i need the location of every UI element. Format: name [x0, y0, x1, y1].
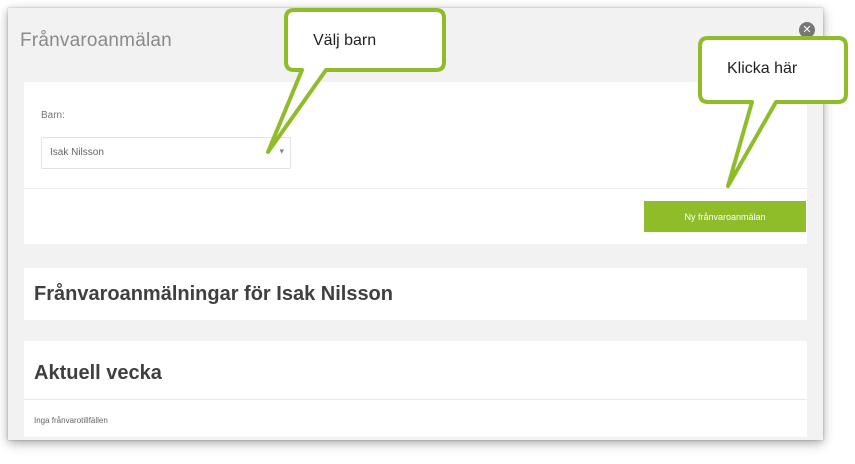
callout-choose-child-text: Välj barn [313, 32, 377, 49]
callout-click-here-text: Klicka här [727, 60, 798, 77]
